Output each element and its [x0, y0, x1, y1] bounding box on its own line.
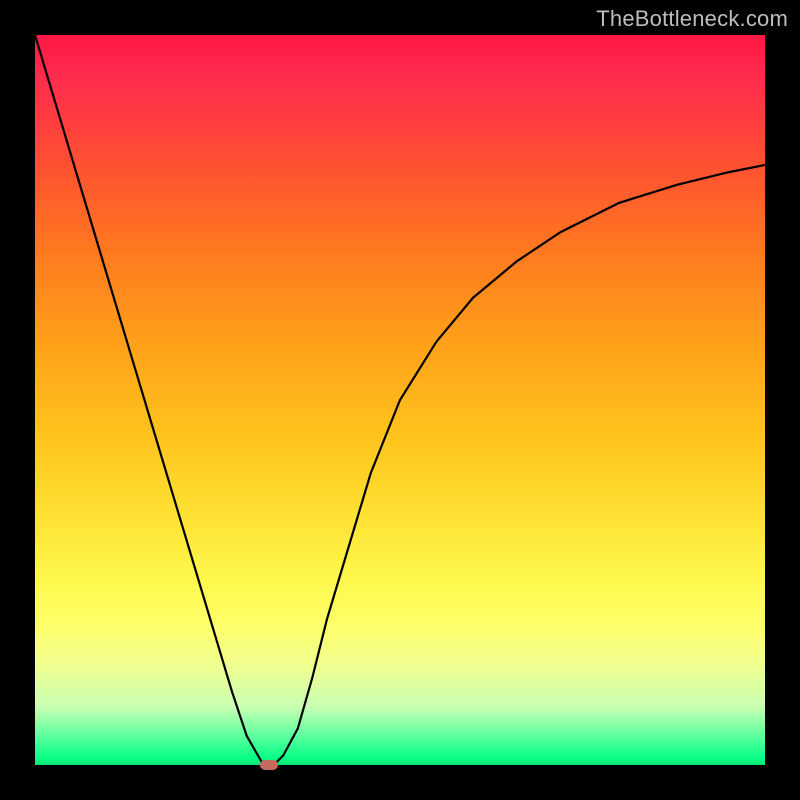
curve-line — [35, 35, 765, 765]
min-marker — [260, 760, 278, 770]
watermark-text: TheBottleneck.com — [596, 6, 788, 32]
chart-container: TheBottleneck.com — [0, 0, 800, 800]
plot-area — [35, 35, 765, 765]
